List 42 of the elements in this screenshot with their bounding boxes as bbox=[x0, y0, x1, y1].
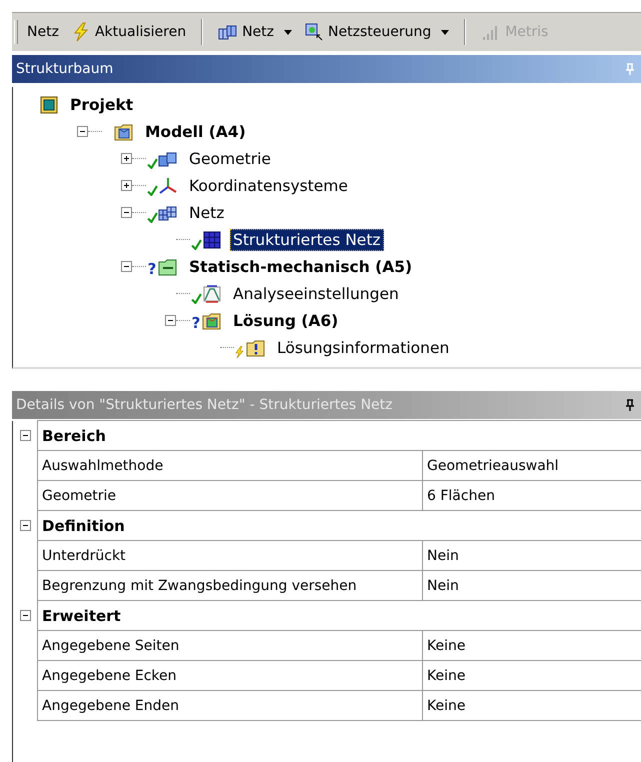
collapse-toggle[interactable] bbox=[20, 430, 30, 441]
property-value: Keine bbox=[422, 690, 641, 721]
tree-item[interactable]: Modell (A4) bbox=[142, 120, 249, 142]
axes-icon bbox=[158, 176, 178, 196]
tree-item[interactable]: Statisch-mechanisch (A5) bbox=[186, 256, 416, 278]
property-name: Angegebene Enden bbox=[37, 690, 422, 721]
tree-item[interactable]: Koordinatensysteme bbox=[186, 174, 351, 196]
toolbar-button[interactable]: Netz bbox=[24, 22, 62, 42]
section-header: Bereich bbox=[37, 420, 641, 451]
caret-icon bbox=[284, 30, 292, 34]
grid-icon bbox=[202, 230, 222, 250]
pin-icon[interactable] bbox=[625, 399, 635, 411]
expand-toggle[interactable] bbox=[121, 153, 132, 164]
folder-icon bbox=[158, 256, 178, 276]
status-mark: ? bbox=[148, 262, 156, 276]
menu-button[interactable]: Netz bbox=[215, 20, 296, 44]
toolbar-button[interactable]: Aktualisieren bbox=[68, 20, 190, 44]
collapse-toggle[interactable] bbox=[20, 610, 30, 621]
caret-icon bbox=[441, 30, 450, 34]
tree-item[interactable]: Lösung (A6) bbox=[230, 310, 342, 332]
collapse-toggle[interactable] bbox=[121, 207, 132, 218]
folder-icon bbox=[114, 122, 134, 142]
panel-title: Strukturbaum bbox=[16, 61, 114, 77]
info-folder-icon bbox=[246, 338, 266, 358]
expand-toggle[interactable] bbox=[121, 180, 132, 191]
collapse-toggle[interactable] bbox=[165, 315, 176, 326]
trapezoid-icon bbox=[202, 284, 222, 304]
tree-item[interactable]: Strukturiertes Netz bbox=[230, 228, 384, 250]
cube-cursor-icon bbox=[304, 22, 324, 42]
status-mark: ? bbox=[192, 316, 200, 330]
tree-item[interactable]: Netz bbox=[186, 202, 228, 224]
collapse-toggle[interactable] bbox=[20, 520, 30, 531]
folder-icon bbox=[202, 310, 222, 330]
tree-item[interactable]: Analyseeinstellungen bbox=[230, 282, 402, 304]
collapse-toggle[interactable] bbox=[121, 261, 132, 272]
notebook-icon bbox=[39, 94, 59, 114]
tree-item[interactable]: Lösungsinformationen bbox=[274, 336, 452, 358]
collapse-toggle[interactable] bbox=[77, 126, 88, 137]
panel-title: Details von "Strukturiertes Netz" - Strukturiertes Netz bbox=[16, 397, 393, 413]
menu-button[interactable]: Netzsteuerung bbox=[301, 20, 452, 44]
tree-item[interactable]: Projekt bbox=[67, 94, 136, 116]
tree-item[interactable]: Geometrie bbox=[186, 148, 274, 170]
